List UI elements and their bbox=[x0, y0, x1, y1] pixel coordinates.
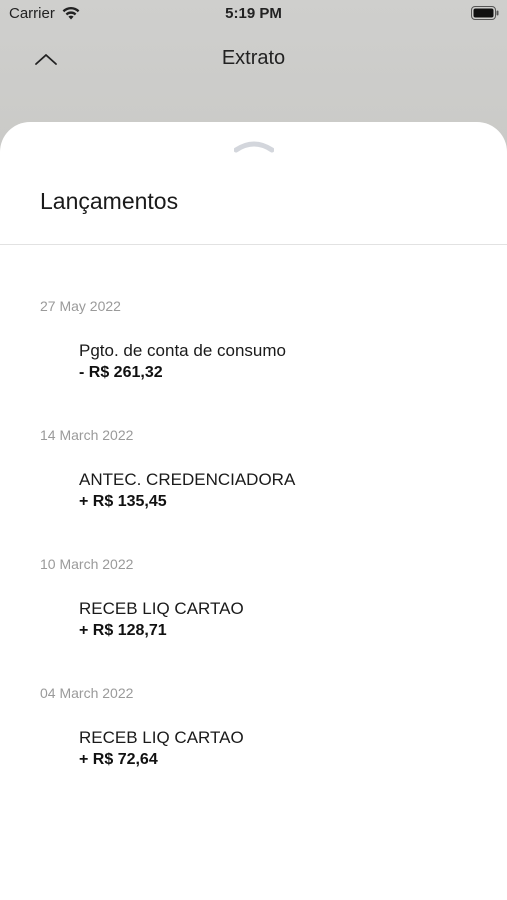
transaction-item[interactable]: ANTEC. CREDENCIADORA + R$ 135,45 bbox=[79, 469, 487, 513]
status-bar: Carrier 5:19 PM bbox=[0, 0, 507, 28]
transaction-group: 10 March 2022 RECEB LIQ CARTAO + R$ 128,… bbox=[0, 556, 507, 685]
sheet-grabber[interactable] bbox=[234, 139, 274, 153]
transaction-item[interactable]: RECEB LIQ CARTAO + R$ 128,71 bbox=[79, 598, 487, 642]
battery-icon bbox=[471, 6, 499, 20]
transaction-description: Pgto. de conta de consumo bbox=[79, 341, 286, 360]
page-title: Extrato bbox=[221, 47, 286, 69]
transaction-item[interactable]: RECEB LIQ CARTAO + R$ 72,64 bbox=[79, 727, 487, 771]
transaction-group: 27 May 2022 Pgto. de conta de consumo - … bbox=[0, 298, 507, 427]
transactions-sheet: Lançamentos 27 May 2022 Pgto. de conta d… bbox=[0, 122, 507, 900]
nav-bar: Extrato bbox=[0, 36, 507, 82]
transaction-description: RECEB LIQ CARTAO bbox=[79, 599, 244, 618]
transactions-list: 27 May 2022 Pgto. de conta de consumo - … bbox=[0, 298, 507, 814]
transaction-description: ANTEC. CREDENCIADORA bbox=[79, 470, 296, 489]
transaction-amount: + R$ 135,45 bbox=[79, 493, 167, 510]
transaction-date: 04 March 2022 bbox=[40, 685, 134, 701]
transaction-group: 04 March 2022 RECEB LIQ CARTAO + R$ 72,6… bbox=[0, 685, 507, 814]
transaction-date: 10 March 2022 bbox=[40, 556, 134, 572]
status-time: 5:19 PM bbox=[225, 5, 282, 22]
transaction-date: 14 March 2022 bbox=[40, 427, 134, 443]
transaction-description: RECEB LIQ CARTAO bbox=[79, 728, 244, 747]
transaction-amount: - R$ 261,32 bbox=[79, 364, 163, 381]
transaction-amount: + R$ 128,71 bbox=[79, 622, 167, 639]
transaction-group: 14 March 2022 ANTEC. CREDENCIADORA + R$ … bbox=[0, 427, 507, 556]
transaction-date: 27 May 2022 bbox=[40, 298, 121, 314]
transaction-item[interactable]: Pgto. de conta de consumo - R$ 261,32 bbox=[79, 340, 487, 384]
sheet-title: Lançamentos bbox=[40, 188, 179, 214]
transaction-amount: + R$ 72,64 bbox=[79, 751, 158, 768]
divider bbox=[0, 244, 507, 245]
